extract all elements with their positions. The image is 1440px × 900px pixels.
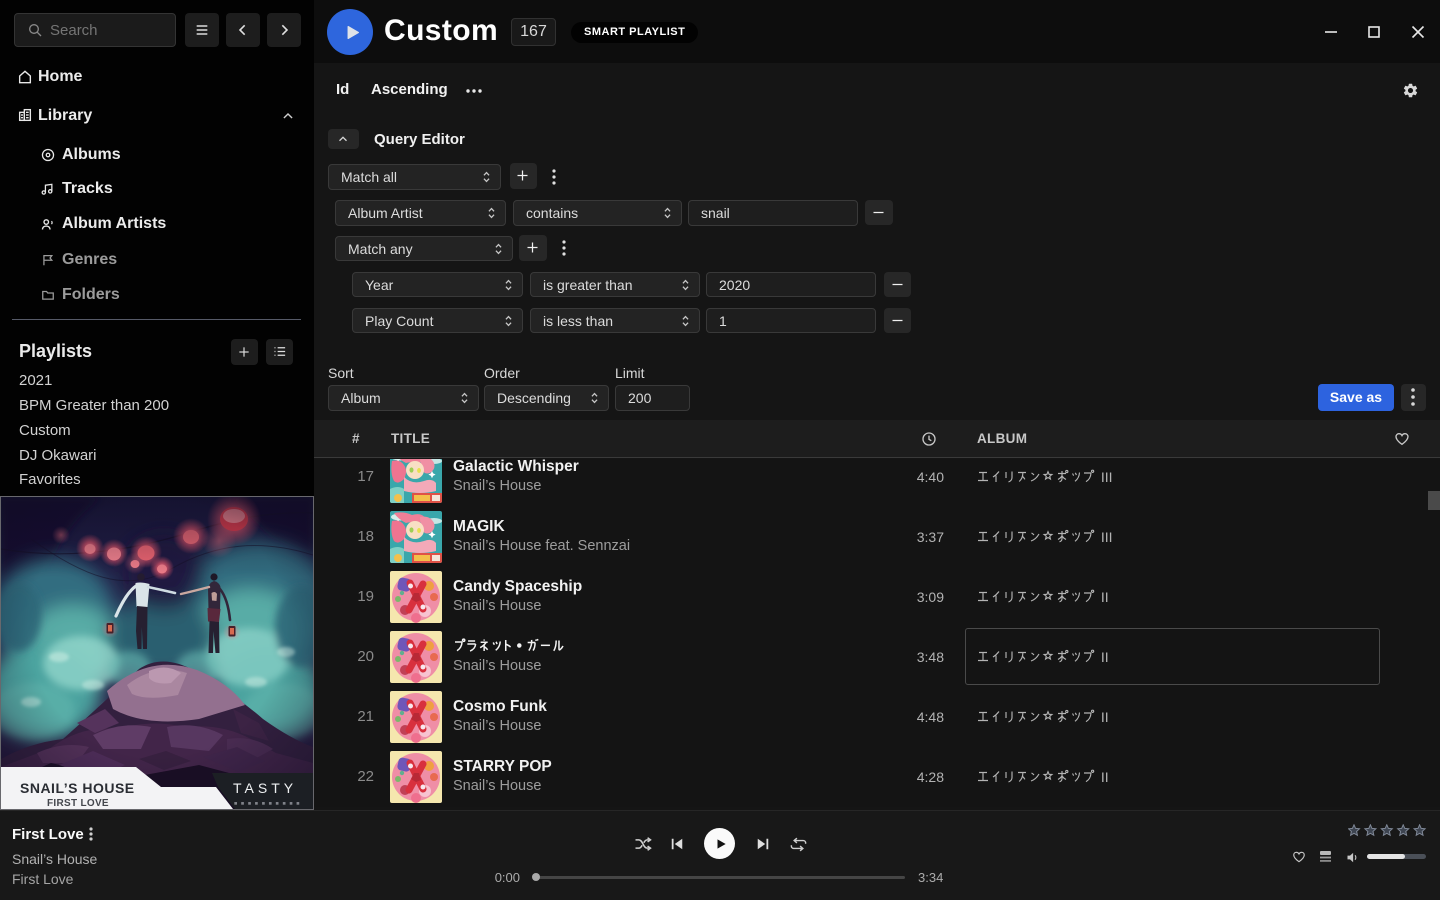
svg-text:FIRST LOVE: FIRST LOVE [47,798,109,809]
svg-text:■■■■■■■■■■: ■■■■■■■■■■ [234,801,303,807]
svg-text:SNAIL’S HOUSE: SNAIL’S HOUSE [20,780,135,796]
svg-text:TASTY: TASTY [233,780,297,796]
